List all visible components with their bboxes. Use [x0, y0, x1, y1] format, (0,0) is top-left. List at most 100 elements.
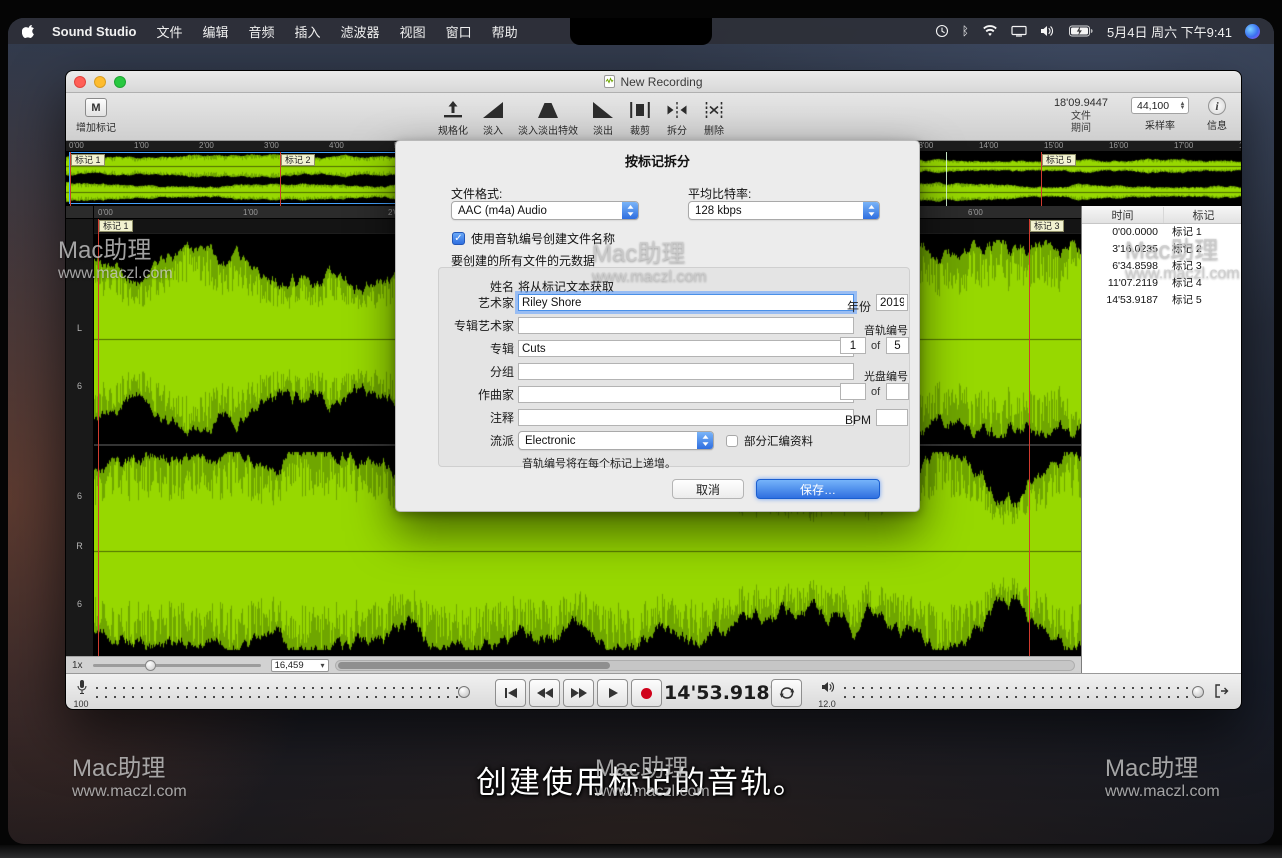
- tool-fade-fx-button[interactable]: 淡入淡出特效: [518, 98, 578, 137]
- compilation-checkbox[interactable]: [726, 435, 738, 447]
- zoom-value-dropdown[interactable]: 16,459 ▾: [271, 659, 329, 672]
- minimize-button[interactable]: [94, 76, 106, 88]
- genre-dropdown[interactable]: Electronic: [518, 431, 714, 450]
- info-button[interactable]: i: [1208, 97, 1226, 115]
- format-dropdown[interactable]: AAC (m4a) Audio: [451, 201, 639, 220]
- marker-tag[interactable]: 标记 1: [99, 220, 133, 232]
- input-meter-top[interactable]: [96, 687, 464, 689]
- menu-item[interactable]: 插入: [295, 22, 321, 41]
- horizontal-scrollbar[interactable]: [335, 660, 1075, 671]
- sample-rate-stepper[interactable]: 44,100 ▲▼: [1131, 97, 1189, 114]
- volume-icon[interactable]: [1040, 25, 1056, 37]
- marker-row[interactable]: 14'53.9187标记 5: [1082, 292, 1242, 309]
- tool-label: 淡入: [483, 122, 503, 137]
- loop-button[interactable]: [771, 679, 802, 707]
- ruler-corner: [66, 206, 93, 219]
- delete-icon: [702, 98, 726, 120]
- input-gain-knob[interactable]: [458, 686, 470, 698]
- bluetooth-icon[interactable]: ᛒ: [962, 24, 969, 38]
- output-route-icon[interactable]: [1214, 684, 1230, 703]
- file-duration-label2: 期间: [1071, 123, 1091, 136]
- composer-field[interactable]: [518, 386, 854, 403]
- time-machine-icon[interactable]: [935, 24, 949, 38]
- tool-split-button[interactable]: 拆分: [665, 98, 689, 137]
- zoom-slider[interactable]: [93, 664, 261, 667]
- menu-item[interactable]: 文件: [156, 22, 182, 41]
- output-meter-bottom[interactable]: [844, 696, 1196, 698]
- tool-fade-in-button[interactable]: 淡入: [481, 98, 505, 137]
- menu-item[interactable]: 窗口: [446, 22, 472, 41]
- marker-tag[interactable]: 标记 1: [71, 154, 105, 166]
- marker-tag[interactable]: 标记 5: [1042, 154, 1076, 166]
- grouping-field[interactable]: [518, 363, 854, 380]
- marker-row[interactable]: 0'00.0000标记 1: [1082, 224, 1242, 241]
- ruler-tick: 1'00: [134, 141, 149, 150]
- record-button[interactable]: [631, 679, 662, 707]
- marker-line: [1029, 219, 1030, 656]
- menu-clock[interactable]: 5月4日 周六 下午9:41: [1107, 22, 1232, 41]
- column-time[interactable]: 时间: [1082, 207, 1164, 223]
- marker-tag[interactable]: 标记 2: [281, 154, 315, 166]
- apple-menu-icon[interactable]: [22, 23, 36, 39]
- tool-group: 规格化淡入淡入淡出特效淡出裁剪拆分删除: [438, 98, 726, 137]
- cancel-button[interactable]: 取消: [672, 479, 744, 499]
- tool-label: 拆分: [667, 122, 687, 137]
- bitrate-dropdown[interactable]: 128 kbps: [688, 201, 880, 220]
- marker-time: 11'07.2119: [1082, 275, 1164, 292]
- menu-item[interactable]: 音频: [249, 22, 275, 41]
- column-marker[interactable]: 标记: [1164, 207, 1242, 223]
- disc-number-field[interactable]: [840, 383, 866, 400]
- album-artist-field[interactable]: [518, 317, 854, 334]
- genre-label: 流派: [444, 432, 514, 449]
- input-level-value: 100: [70, 699, 92, 709]
- wifi-icon[interactable]: [982, 25, 998, 37]
- tool-delete-button[interactable]: 删除: [702, 98, 726, 137]
- add-marker-button[interactable]: M 增加标记: [76, 98, 116, 134]
- marker-list-header[interactable]: 时间 标记: [1082, 206, 1242, 224]
- menu-item[interactable]: 帮助: [492, 22, 518, 41]
- marker-tag[interactable]: 标记 3: [1030, 220, 1064, 232]
- rewind-button[interactable]: [529, 679, 560, 707]
- bpm-field[interactable]: [876, 409, 908, 426]
- track-number-field[interactable]: [840, 337, 866, 354]
- channel-label: 6: [66, 381, 93, 391]
- artist-field[interactable]: [518, 294, 854, 311]
- marker-row[interactable]: 3'16.0235标记 2: [1082, 241, 1242, 258]
- menu-item[interactable]: 视图: [400, 22, 426, 41]
- output-meter-top[interactable]: [844, 687, 1196, 689]
- track-total-field[interactable]: [886, 337, 909, 354]
- marker-row[interactable]: 6'34.8598标记 3: [1082, 258, 1242, 275]
- window-titlebar[interactable]: New Recording: [66, 71, 1241, 93]
- input-meter-bottom[interactable]: [96, 696, 464, 698]
- battery-icon[interactable]: [1069, 25, 1094, 37]
- output-volume-knob[interactable]: [1192, 686, 1204, 698]
- album-field[interactable]: [518, 340, 854, 357]
- tool-fade-out-button[interactable]: 淡出: [591, 98, 615, 137]
- siri-icon[interactable]: [1245, 24, 1260, 39]
- composer-label: 作曲家: [444, 386, 514, 403]
- menu-item[interactable]: 编辑: [203, 22, 229, 41]
- close-button[interactable]: [74, 76, 86, 88]
- year-field[interactable]: [876, 294, 908, 311]
- menu-app-name[interactable]: Sound Studio: [52, 24, 136, 39]
- save-button[interactable]: 保存…: [756, 479, 880, 499]
- play-button[interactable]: [597, 679, 628, 707]
- file-duration-label1: 文件: [1071, 111, 1091, 124]
- ruler-tick: 16'00: [1109, 141, 1128, 150]
- comment-field[interactable]: [518, 409, 854, 426]
- use-track-number-checkbox[interactable]: ✓: [452, 232, 465, 245]
- output-level-value: 12.0: [816, 699, 838, 709]
- use-track-number-row: ✓ 使用音轨编号创建文件名称: [452, 230, 615, 247]
- go-to-start-button[interactable]: [495, 679, 526, 707]
- marker-row[interactable]: 11'07.2119标记 4: [1082, 275, 1242, 292]
- fast-forward-button[interactable]: [563, 679, 594, 707]
- menu-item[interactable]: 滤波器: [341, 22, 380, 41]
- display-mirroring-icon[interactable]: [1011, 25, 1027, 37]
- tool-normalize-button[interactable]: 规格化: [438, 98, 468, 137]
- zoom-button[interactable]: [114, 76, 126, 88]
- tool-crop-button[interactable]: 裁剪: [628, 98, 652, 137]
- zoom-slider-knob[interactable]: [145, 660, 156, 671]
- disc-total-field[interactable]: [886, 383, 909, 400]
- disc-number-label: 光盘编号: [816, 368, 908, 384]
- scrollbar-thumb[interactable]: [338, 662, 610, 669]
